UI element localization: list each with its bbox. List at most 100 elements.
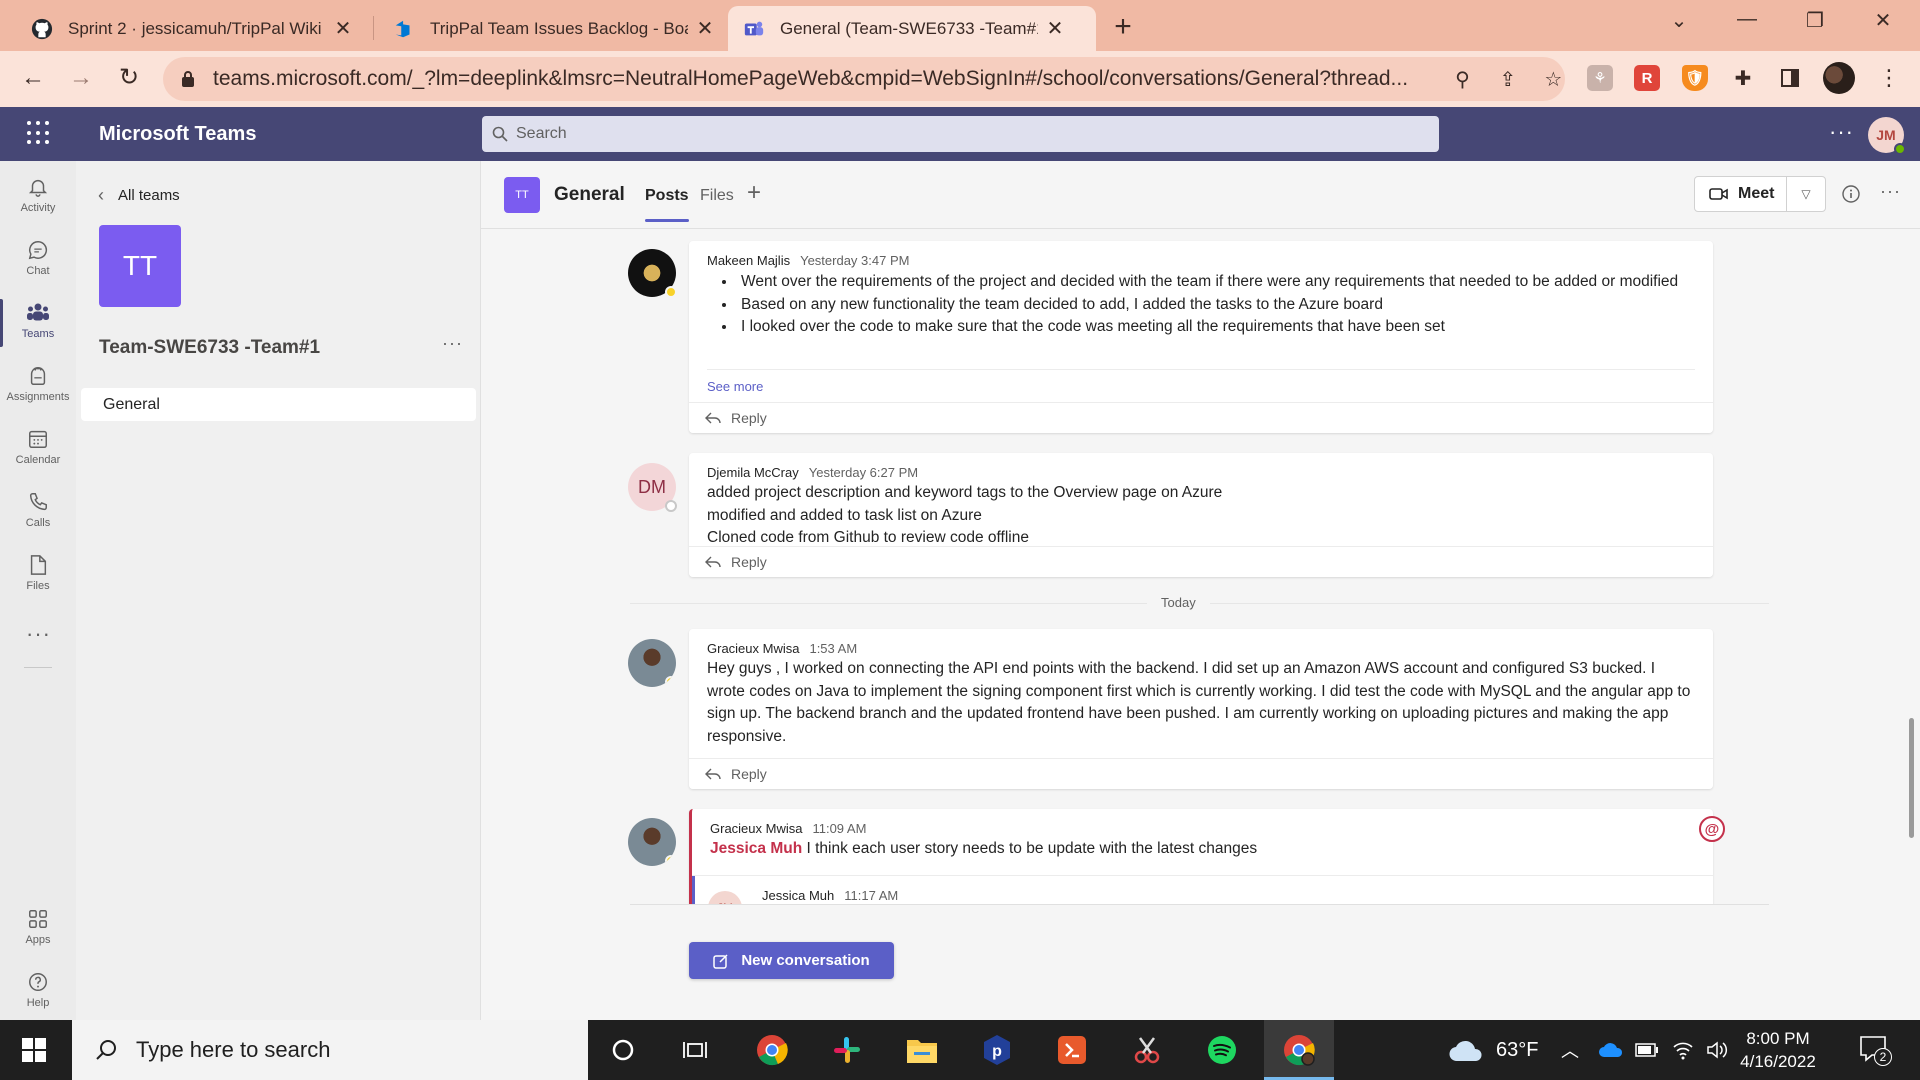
notification-center-icon[interactable]: 2: [1858, 1034, 1892, 1066]
windows-start-icon[interactable]: [22, 1038, 46, 1062]
side-panel-icon[interactable]: [1777, 65, 1803, 91]
app-launcher-icon[interactable]: [27, 121, 51, 145]
add-tab-icon[interactable]: +: [747, 179, 761, 207]
search-input[interactable]: [516, 125, 1416, 143]
rail-item-chat[interactable]: Chat: [0, 232, 76, 290]
onedrive-icon[interactable]: [1598, 1020, 1624, 1080]
close-tab-icon[interactable]: ✕: [1046, 16, 1064, 41]
tab-posts[interactable]: Posts: [645, 187, 689, 222]
taskbar-search[interactable]: Type here to search: [72, 1020, 588, 1080]
reply-author[interactable]: Jessica Muh: [762, 888, 834, 903]
close-window-icon[interactable]: ✕: [1868, 8, 1898, 33]
browser-tab-teams-general[interactable]: General (Team-SWE6733 -Team#1) ✕: [728, 6, 1096, 51]
rail-item-help[interactable]: Help: [0, 964, 76, 1022]
post-author[interactable]: Djemila McCray: [707, 465, 799, 480]
volume-icon[interactable]: [1706, 1020, 1728, 1080]
post-meta: Djemila McCray Yesterday 6:27 PM: [707, 465, 918, 480]
reload-icon[interactable]: ↻: [112, 61, 146, 95]
settings-more-icon[interactable]: ···: [1829, 119, 1854, 145]
tray-chevron-up-icon[interactable]: ︿: [1561, 1020, 1579, 1080]
snipping-tool-icon[interactable]: [1130, 1033, 1164, 1067]
tab-search-chevron-icon[interactable]: ⌄: [1664, 8, 1694, 33]
tab-files[interactable]: Files: [700, 187, 734, 205]
profile-avatar[interactable]: [1823, 62, 1855, 94]
back-arrow-icon[interactable]: ←: [16, 61, 50, 95]
post-author[interactable]: Gracieux Mwisa: [710, 821, 802, 836]
spotify-icon[interactable]: [1205, 1033, 1239, 1067]
reply-button[interactable]: Reply: [689, 546, 1713, 577]
post-text: I think each user story needs to be upda…: [802, 840, 1258, 857]
chevron-down-icon[interactable]: ▽: [1787, 187, 1825, 201]
new-conversation-button[interactable]: New conversation: [689, 942, 894, 979]
extension-r-icon[interactable]: R: [1634, 65, 1660, 91]
teams-brand: Microsoft Teams: [99, 123, 257, 145]
rail-item-teams[interactable]: Teams: [0, 295, 76, 353]
search-icon: [96, 1040, 116, 1060]
new-tab-icon[interactable]: +: [1108, 10, 1138, 44]
restore-icon[interactable]: ❐: [1800, 8, 1830, 33]
team-more-options-icon[interactable]: ···: [442, 333, 463, 354]
remote-desktop-icon[interactable]: [1055, 1033, 1089, 1067]
mention-tag[interactable]: Jessica Muh: [710, 840, 802, 857]
rail-item-activity[interactable]: Activity: [0, 169, 76, 227]
chrome-profile-icon[interactable]: [1282, 1033, 1316, 1067]
zoom-icon[interactable]: ⚲: [1451, 67, 1474, 91]
system-clock[interactable]: 8:00 PM 4/16/2022: [1730, 1027, 1826, 1073]
all-teams-link[interactable]: ‹ All teams: [98, 185, 180, 206]
forward-arrow-icon[interactable]: →: [64, 61, 98, 95]
weather-widget[interactable]: 63°F: [1448, 1020, 1538, 1080]
post-author[interactable]: Gracieux Mwisa: [707, 641, 799, 656]
chrome-icon[interactable]: [755, 1033, 789, 1067]
app-rail: Activity Chat Teams Assignments Calendar…: [0, 161, 76, 1020]
browser-tab-azure-boards[interactable]: TripPal Team Issues Backlog - Boards ✕: [378, 6, 728, 51]
pandora-icon[interactable]: p: [980, 1033, 1014, 1067]
post-author[interactable]: Makeen Majlis: [707, 253, 790, 268]
avatar-gracieux-mwisa[interactable]: [628, 639, 676, 687]
close-tab-icon[interactable]: ✕: [334, 16, 352, 41]
browser-tab-github-wiki[interactable]: Sprint 2 · jessicamuh/TripPal Wiki ✕: [16, 6, 366, 51]
teams-search[interactable]: [482, 116, 1439, 152]
close-tab-icon[interactable]: ✕: [696, 16, 714, 41]
cortana-icon[interactable]: [606, 1033, 640, 1067]
user-avatar[interactable]: JM: [1868, 117, 1906, 155]
file-explorer-icon[interactable]: [905, 1033, 939, 1067]
more-apps-icon[interactable]: ···: [26, 621, 51, 647]
extension-puzzle-grey-icon[interactable]: ⚘: [1587, 65, 1613, 91]
rail-label: Chat: [26, 265, 50, 277]
minimize-icon[interactable]: —: [1732, 8, 1762, 31]
reply-button[interactable]: Reply: [689, 402, 1713, 433]
task-view-icon[interactable]: [678, 1033, 712, 1067]
tab-title: General (Team-SWE6733 -Team#1): [780, 18, 1038, 38]
team-name: Team-SWE6733 -Team#1: [99, 337, 321, 358]
rail-item-calls[interactable]: Calls: [0, 484, 76, 542]
avatar-jessica-muh[interactable]: JM: [708, 891, 742, 905]
avatar-gracieux-mwisa[interactable]: [628, 818, 676, 866]
brave-shield-icon[interactable]: 🛡: [1682, 65, 1708, 91]
rail-item-apps[interactable]: Apps: [0, 901, 76, 959]
reply-arrow-icon: [705, 556, 721, 568]
feed-scrollbar[interactable]: [1909, 718, 1914, 838]
slack-icon[interactable]: [830, 1033, 864, 1067]
reply-button[interactable]: Reply: [689, 758, 1713, 789]
rail-item-calendar[interactable]: Calendar: [0, 421, 76, 479]
avatar-makeen-majlis[interactable]: [628, 249, 677, 298]
see-more-link[interactable]: See more: [707, 379, 763, 394]
rail-item-files[interactable]: Files: [0, 547, 76, 605]
rail-item-assignments[interactable]: Assignments: [0, 358, 76, 416]
share-icon[interactable]: ⇪: [1496, 67, 1519, 91]
channel-more-options-icon[interactable]: ···: [1880, 181, 1901, 202]
channel-team-avatar: TT: [504, 177, 540, 213]
channel-item-general[interactable]: General: [81, 388, 476, 421]
battery-icon[interactable]: [1635, 1020, 1659, 1080]
url-text[interactable]: teams.microsoft.com/_?lm=deeplink&lmsrc=…: [213, 67, 1429, 91]
browser-menu-icon[interactable]: ⋮: [1872, 61, 1906, 95]
bookmark-star-icon[interactable]: ☆: [1542, 67, 1565, 91]
calendar-icon: [26, 427, 50, 451]
wifi-icon[interactable]: [1672, 1020, 1694, 1080]
avatar-djemila-mccray[interactable]: DM: [628, 463, 677, 512]
meet-button[interactable]: Meet ▽: [1694, 176, 1826, 212]
meet-now-button[interactable]: Meet: [1695, 177, 1787, 211]
address-bar[interactable]: teams.microsoft.com/_?lm=deeplink&lmsrc=…: [163, 57, 1565, 101]
info-icon[interactable]: [1841, 184, 1861, 204]
extensions-icon[interactable]: ✚: [1730, 65, 1756, 91]
